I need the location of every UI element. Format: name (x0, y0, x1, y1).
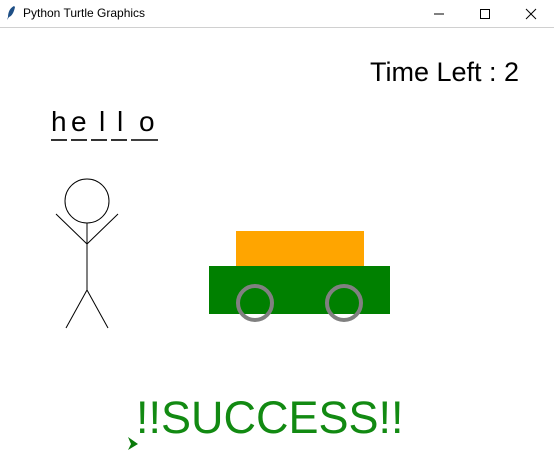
figure-right-arm (86, 213, 119, 245)
title-bar[interactable]: Python Turtle Graphics (0, 0, 554, 28)
car-cabin (236, 231, 364, 270)
figure-head (64, 178, 110, 224)
car-body (209, 266, 390, 314)
figure-left-leg (65, 289, 88, 329)
turtle-canvas[interactable]: Time Left : 2 h e l l o !!SUCCESS!! (0, 28, 554, 456)
close-button[interactable] (508, 0, 554, 27)
car (209, 231, 390, 322)
stick-figure (55, 178, 119, 329)
maximize-icon (480, 9, 490, 19)
minimize-icon (434, 13, 444, 15)
window-title: Python Turtle Graphics (23, 6, 146, 20)
figure-left-arm (55, 213, 88, 245)
feather-icon (6, 5, 16, 21)
close-icon (525, 8, 537, 20)
maximize-button[interactable] (462, 0, 508, 27)
turtle-window: Python Turtle Graphics Time Left : 2 h e… (0, 0, 554, 456)
figure-right-leg (86, 289, 109, 329)
success-message: !!SUCCESS!! (136, 392, 404, 443)
minimize-button[interactable] (416, 0, 462, 27)
